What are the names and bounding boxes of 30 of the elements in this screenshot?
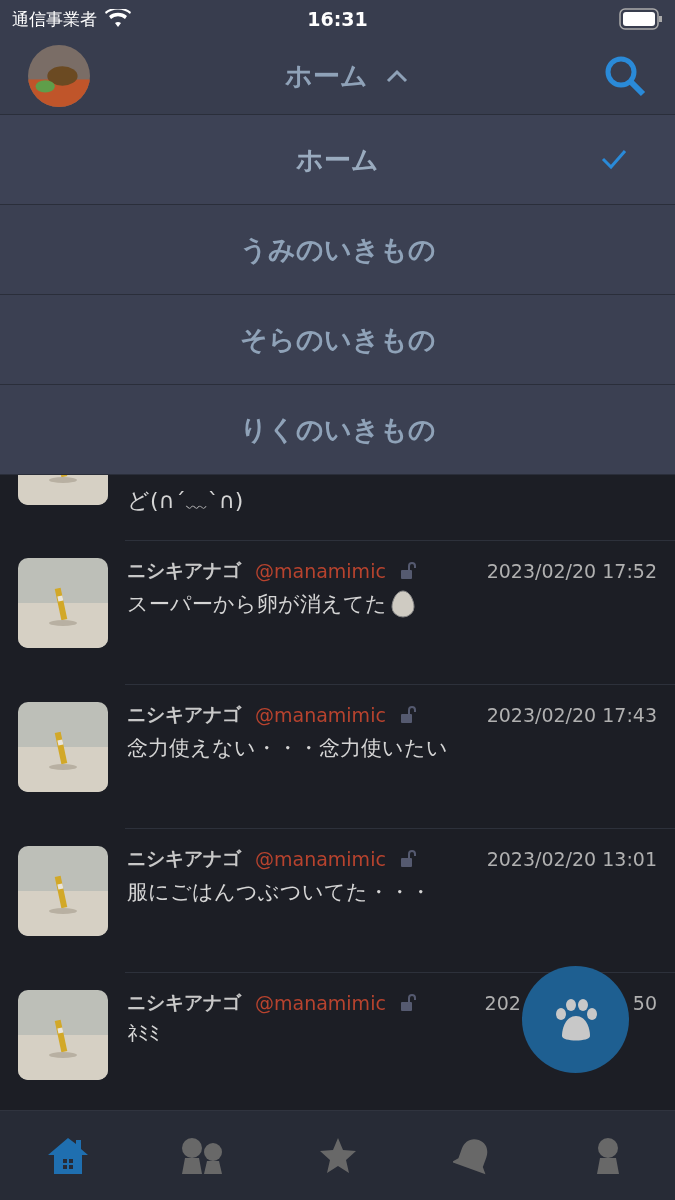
- post-time: 202: [484, 992, 521, 1014]
- post-text: 念力使えない・・・念力使いたい: [127, 735, 448, 762]
- user-handle[interactable]: @manamimic: [255, 848, 386, 870]
- unlocked-padlock-icon: [399, 562, 418, 580]
- post-time: 2023/02/20 17:43: [486, 704, 657, 726]
- wifi-icon: [105, 9, 131, 29]
- post-time: 50: [632, 992, 657, 1014]
- clock-time: 16:31: [307, 8, 368, 30]
- unlocked-padlock-icon: [399, 850, 418, 868]
- user-name: ニシキアナゴ: [127, 990, 241, 1015]
- home-icon: [46, 1136, 89, 1175]
- post-text: 服にごはんつぶついてた・・・: [127, 879, 431, 906]
- post-text: ど(∩´﹏`∩): [127, 487, 244, 515]
- search-icon[interactable]: [603, 54, 647, 98]
- carrier-name: 通信事業者: [12, 7, 97, 31]
- checkmark-icon: [601, 148, 627, 170]
- unlocked-padlock-icon: [399, 994, 418, 1012]
- post-text: ﾈﾐﾐ: [127, 1022, 160, 1046]
- timeline-menu-button[interactable]: ホーム: [285, 58, 408, 94]
- user-handle[interactable]: @manamimic: [255, 704, 386, 726]
- user-name: ニシキアナゴ: [127, 846, 241, 871]
- post-text: スーパーから卵が消えてた: [127, 591, 387, 618]
- user-name: ニシキアナゴ: [127, 558, 241, 583]
- unlocked-padlock-icon: [399, 706, 418, 724]
- post-time: 2023/02/20 17:52: [486, 560, 657, 582]
- user-handle[interactable]: @manamimic: [255, 992, 386, 1014]
- post-time: 2023/02/20 13:01: [486, 848, 657, 870]
- user-name: ニシキアナゴ: [127, 702, 241, 727]
- battery-icon: [619, 8, 663, 30]
- user-handle[interactable]: @manamimic: [255, 560, 386, 582]
